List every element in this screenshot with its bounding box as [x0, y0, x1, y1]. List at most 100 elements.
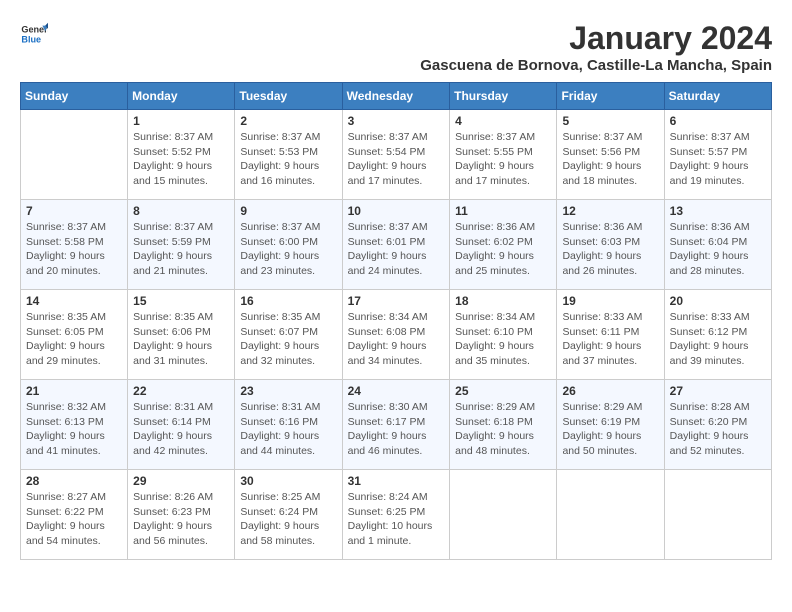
page-header: General Blue January 2024 Gascuena de Bo… — [20, 20, 772, 74]
day-number: 10 — [348, 204, 445, 218]
calendar-cell: 6Sunrise: 8:37 AM Sunset: 5:57 PM Daylig… — [664, 110, 771, 200]
title-block: January 2024 Gascuena de Bornova, Castil… — [420, 20, 772, 74]
day-number: 11 — [455, 204, 551, 218]
week-row-3: 14 Sunrise: 8:35 AM Sunset: 6:05 PM Dayli… — [21, 290, 772, 380]
day-info: Sunrise: 8:37 AM Sunset: 5:52 PM Dayligh… — [133, 130, 229, 189]
day-number: 26 — [562, 384, 658, 398]
day-info: Sunrise: 8:36 AM Sunset: 6:04 PM Dayligh… — [670, 220, 766, 279]
calendar-cell: 17 Sunrise: 8:34 AM Sunset: 6:08 PM Dayli… — [342, 290, 450, 380]
calendar-cell: 30Sunrise: 8:25 AM Sunset: 6:24 PM Dayli… — [235, 470, 342, 560]
calendar-cell: 16 Sunrise: 8:35 AM Sunset: 6:07 PM Dayli… — [235, 290, 342, 380]
calendar-cell: 18 Sunrise: 8:34 AM Sunset: 6:10 PM Dayli… — [450, 290, 557, 380]
day-info: Sunrise: 8:36 AM Sunset: 6:03 PM Dayligh… — [562, 220, 658, 279]
day-info: Sunrise: 8:31 AM Sunset: 6:14 PM Dayligh… — [133, 400, 229, 459]
day-info: Sunrise: 8:36 AM Sunset: 6:02 PM Dayligh… — [455, 220, 551, 279]
day-number: 29 — [133, 474, 229, 488]
day-info: Sunrise: 8:35 AM Sunset: 6:07 PM Dayligh… — [240, 310, 336, 369]
logo-icon: General Blue — [20, 20, 48, 48]
day-number: 19 — [562, 294, 658, 308]
day-info: Sunrise: 8:24 AM Sunset: 6:25 PM Dayligh… — [348, 490, 445, 549]
day-number: 17 — [348, 294, 445, 308]
day-info: Sunrise: 8:37 AM Sunset: 6:01 PM Dayligh… — [348, 220, 445, 279]
logo: General Blue — [20, 20, 48, 48]
calendar-cell: 31 Sunrise: 8:24 AM Sunset: 6:25 PM Dayli… — [342, 470, 450, 560]
calendar-cell: 21 Sunrise: 8:32 AM Sunset: 6:13 PM Dayli… — [21, 380, 128, 470]
day-info: Sunrise: 8:32 AM Sunset: 6:13 PM Dayligh… — [26, 400, 122, 459]
calendar-cell: 5Sunrise: 8:37 AM Sunset: 5:56 PM Daylig… — [557, 110, 664, 200]
day-info: Sunrise: 8:29 AM Sunset: 6:19 PM Dayligh… — [562, 400, 658, 459]
calendar-cell: 4 Sunrise: 8:37 AM Sunset: 5:55 PM Daylig… — [450, 110, 557, 200]
day-info: Sunrise: 8:37 AM Sunset: 6:00 PM Dayligh… — [240, 220, 336, 279]
calendar-cell: 22Sunrise: 8:31 AM Sunset: 6:14 PM Dayli… — [128, 380, 235, 470]
day-number: 8 — [133, 204, 229, 218]
calendar-cell: 27Sunrise: 8:28 AM Sunset: 6:20 PM Dayli… — [664, 380, 771, 470]
day-info: Sunrise: 8:34 AM Sunset: 6:10 PM Dayligh… — [455, 310, 551, 369]
calendar-cell: 13 Sunrise: 8:36 AM Sunset: 6:04 PM Dayli… — [664, 200, 771, 290]
day-number: 12 — [562, 204, 658, 218]
calendar-cell: 12 Sunrise: 8:36 AM Sunset: 6:03 PM Dayli… — [557, 200, 664, 290]
day-info: Sunrise: 8:37 AM Sunset: 5:53 PM Dayligh… — [240, 130, 336, 189]
day-info: Sunrise: 8:29 AM Sunset: 6:18 PM Dayligh… — [455, 400, 551, 459]
day-info: Sunrise: 8:30 AM Sunset: 6:17 PM Dayligh… — [348, 400, 445, 459]
day-number: 25 — [455, 384, 551, 398]
day-info: Sunrise: 8:34 AM Sunset: 6:08 PM Dayligh… — [348, 310, 445, 369]
day-info: Sunrise: 8:26 AM Sunset: 6:23 PM Dayligh… — [133, 490, 229, 549]
calendar-cell — [664, 470, 771, 560]
week-row-2: 7 Sunrise: 8:37 AM Sunset: 5:58 PM Daylig… — [21, 200, 772, 290]
calendar-cell: 29 Sunrise: 8:26 AM Sunset: 6:23 PM Dayli… — [128, 470, 235, 560]
calendar-cell: 20 Sunrise: 8:33 AM Sunset: 6:12 PM Dayli… — [664, 290, 771, 380]
day-info: Sunrise: 8:37 AM Sunset: 5:56 PM Dayligh… — [562, 130, 658, 189]
week-row-5: 28Sunrise: 8:27 AM Sunset: 6:22 PM Dayli… — [21, 470, 772, 560]
day-number: 4 — [455, 114, 551, 128]
day-number: 18 — [455, 294, 551, 308]
location-title: Gascuena de Bornova, Castille-La Mancha,… — [420, 57, 772, 74]
day-number: 15 — [133, 294, 229, 308]
calendar-cell: 8 Sunrise: 8:37 AM Sunset: 5:59 PM Daylig… — [128, 200, 235, 290]
calendar-cell: 10 Sunrise: 8:37 AM Sunset: 6:01 PM Dayli… — [342, 200, 450, 290]
calendar-cell: 23Sunrise: 8:31 AM Sunset: 6:16 PM Dayli… — [235, 380, 342, 470]
calendar-cell: 19 Sunrise: 8:33 AM Sunset: 6:11 PM Dayli… — [557, 290, 664, 380]
day-number: 31 — [348, 474, 445, 488]
day-number: 14 — [26, 294, 122, 308]
calendar-cell: 3Sunrise: 8:37 AM Sunset: 5:54 PM Daylig… — [342, 110, 450, 200]
column-header-monday: Monday — [128, 83, 235, 110]
column-header-saturday: Saturday — [664, 83, 771, 110]
svg-text:Blue: Blue — [21, 34, 41, 44]
day-number: 13 — [670, 204, 766, 218]
day-number: 1 — [133, 114, 229, 128]
calendar-cell: 2Sunrise: 8:37 AM Sunset: 5:53 PM Daylig… — [235, 110, 342, 200]
day-info: Sunrise: 8:35 AM Sunset: 6:06 PM Dayligh… — [133, 310, 229, 369]
calendar-cell: 25 Sunrise: 8:29 AM Sunset: 6:18 PM Dayli… — [450, 380, 557, 470]
header-row: SundayMondayTuesdayWednesdayThursdayFrid… — [21, 83, 772, 110]
calendar-cell: 15 Sunrise: 8:35 AM Sunset: 6:06 PM Dayli… — [128, 290, 235, 380]
calendar-cell — [450, 470, 557, 560]
calendar-cell — [21, 110, 128, 200]
day-number: 6 — [670, 114, 766, 128]
calendar-cell — [557, 470, 664, 560]
day-info: Sunrise: 8:27 AM Sunset: 6:22 PM Dayligh… — [26, 490, 122, 549]
day-info: Sunrise: 8:33 AM Sunset: 6:12 PM Dayligh… — [670, 310, 766, 369]
day-number: 16 — [240, 294, 336, 308]
calendar-cell: 24Sunrise: 8:30 AM Sunset: 6:17 PM Dayli… — [342, 380, 450, 470]
calendar-table: SundayMondayTuesdayWednesdayThursdayFrid… — [20, 82, 772, 560]
day-number: 7 — [26, 204, 122, 218]
day-info: Sunrise: 8:37 AM Sunset: 5:55 PM Dayligh… — [455, 130, 551, 189]
column-header-friday: Friday — [557, 83, 664, 110]
calendar-cell: 1 Sunrise: 8:37 AM Sunset: 5:52 PM Daylig… — [128, 110, 235, 200]
day-info: Sunrise: 8:33 AM Sunset: 6:11 PM Dayligh… — [562, 310, 658, 369]
day-info: Sunrise: 8:37 AM Sunset: 5:59 PM Dayligh… — [133, 220, 229, 279]
week-row-1: 1 Sunrise: 8:37 AM Sunset: 5:52 PM Daylig… — [21, 110, 772, 200]
calendar-cell: 26 Sunrise: 8:29 AM Sunset: 6:19 PM Dayli… — [557, 380, 664, 470]
calendar-cell: 28Sunrise: 8:27 AM Sunset: 6:22 PM Dayli… — [21, 470, 128, 560]
day-number: 23 — [240, 384, 336, 398]
day-number: 21 — [26, 384, 122, 398]
day-number: 3 — [348, 114, 445, 128]
day-info: Sunrise: 8:37 AM Sunset: 5:58 PM Dayligh… — [26, 220, 122, 279]
column-header-thursday: Thursday — [450, 83, 557, 110]
day-info: Sunrise: 8:35 AM Sunset: 6:05 PM Dayligh… — [26, 310, 122, 369]
day-number: 9 — [240, 204, 336, 218]
day-number: 20 — [670, 294, 766, 308]
calendar-cell: 14 Sunrise: 8:35 AM Sunset: 6:05 PM Dayli… — [21, 290, 128, 380]
day-number: 30 — [240, 474, 336, 488]
month-title: January 2024 — [420, 20, 772, 57]
